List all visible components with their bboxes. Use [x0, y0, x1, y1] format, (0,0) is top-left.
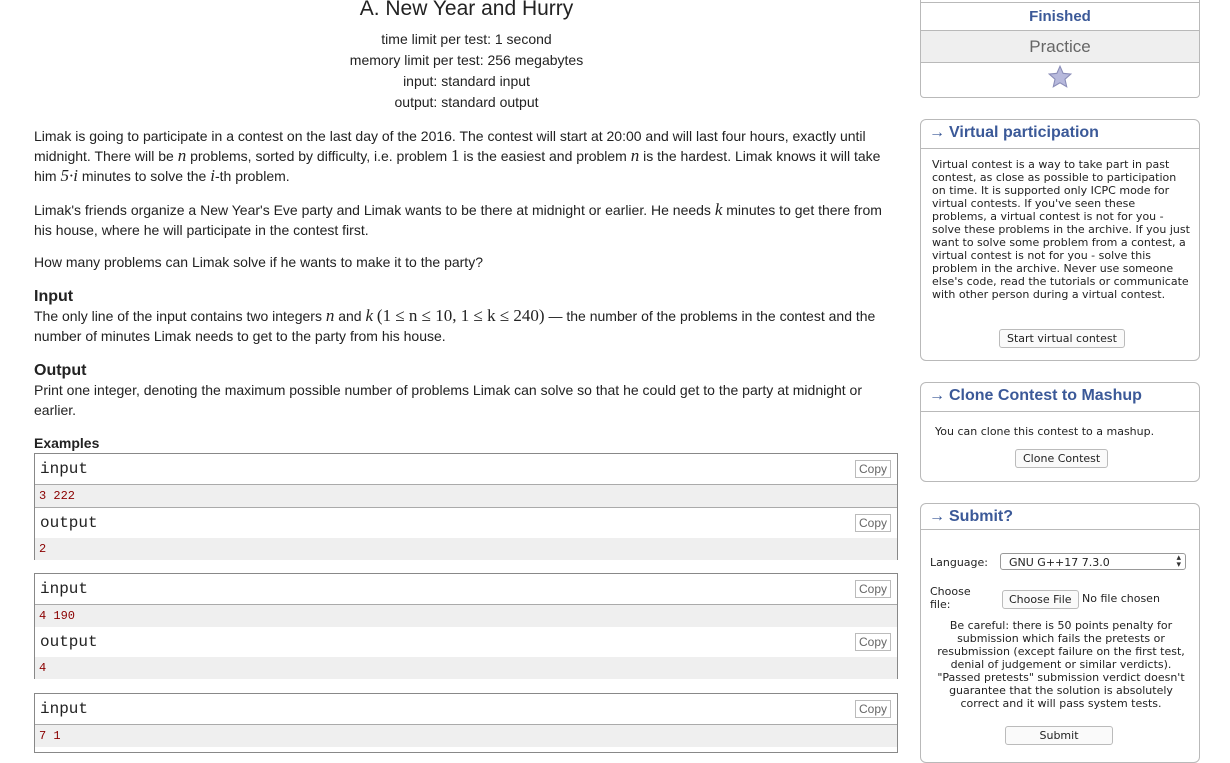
input-heading: Input — [34, 288, 74, 305]
select-arrows-icon: ▴ ▾ — [1176, 552, 1181, 569]
output-heading: Output — [34, 362, 87, 379]
language-label: Language: — [930, 556, 988, 569]
statement-paragraph-2: Limak's friends organize a New Year's Ev… — [34, 200, 882, 238]
example-input-value-box: 3 222 — [35, 485, 897, 508]
divider — [921, 529, 1199, 530]
problem-title: A. New Year and Hurry — [359, 0, 574, 20]
example-input-value-box: 4 190 — [35, 605, 897, 628]
no-file-chosen-text: No file chosen — [1082, 592, 1160, 605]
copy-button[interactable]: Copy — [854, 700, 891, 718]
example-output-value-box: 2 — [35, 538, 897, 560]
choose-file-label: Choose file: — [930, 585, 971, 611]
clone-contest-box: → Clone Contest to Mashup You can clone t… — [920, 382, 1200, 482]
divider — [921, 411, 1199, 412]
example-block-2: input Copy 4 190 output Copy 4 — [34, 573, 898, 679]
copy-button[interactable]: Copy — [854, 580, 891, 598]
example-output-label: output — [40, 514, 98, 532]
virtual-participation-text: Virtual contest is a way to take part in… — [932, 158, 1190, 301]
input-spec: input: standard input — [403, 73, 530, 89]
penalty-warning-text: Be careful: there is 50 points penalty f… — [937, 619, 1185, 710]
example-output-label: output — [40, 633, 98, 651]
example-input-label: input — [40, 580, 89, 598]
virtual-participation-title: → Virtual participation — [929, 124, 1099, 141]
input-description: The only line of the input contains two … — [34, 306, 876, 344]
example-input-value: 3 222 — [39, 489, 76, 503]
choose-file-button[interactable]: Choose File — [1002, 590, 1079, 609]
practice-label: Practice — [921, 30, 1199, 63]
copy-button[interactable]: Copy — [854, 514, 891, 532]
virtual-participation-box: → Virtual participation Virtual contest i… — [920, 119, 1200, 361]
clone-contest-title: → Clone Contest to Mashup — [929, 387, 1142, 404]
arrow-right-icon: → — [929, 387, 945, 404]
example-block-1: input Copy 3 222 output Copy 2 — [34, 453, 898, 560]
example-input-header: input Copy — [35, 694, 897, 725]
example-input-value: 7 1 — [39, 729, 61, 743]
clone-contest-text: You can clone this contest to a mashup. — [935, 425, 1155, 438]
memory-limit: memory limit per test: 256 megabytes — [349, 52, 584, 68]
example-block-3: input Copy 7 1 — [34, 693, 898, 753]
example-output-value: 4 — [39, 661, 47, 675]
output-description: Print one integer, denoting the maximum … — [34, 382, 863, 418]
example-output-header: output Copy — [35, 627, 897, 658]
contest-status-box: Finished Practice — [920, 0, 1200, 98]
start-virtual-contest-button[interactable]: Start virtual contest — [999, 329, 1125, 348]
example-input-header: input Copy — [35, 574, 897, 605]
arrow-right-icon: → — [929, 124, 945, 141]
statement-paragraph-1: Limak is going to participate in a conte… — [34, 128, 881, 185]
copy-button[interactable]: Copy — [854, 460, 891, 478]
output-spec: output: standard output — [394, 94, 539, 110]
example-input-label: input — [40, 460, 89, 478]
star-icon[interactable] — [1047, 64, 1073, 95]
examples-heading: Examples — [34, 435, 100, 451]
example-input-label: input — [40, 700, 89, 718]
example-output-header: output Copy — [35, 508, 897, 539]
clone-contest-button[interactable]: Clone Contest — [1015, 449, 1109, 468]
submit-button[interactable]: Submit — [1005, 726, 1113, 745]
submit-box: → Submit? Language: GNU G++17 7.3.0 ▴ ▾ Ch… — [920, 503, 1200, 763]
arrow-right-icon: → — [929, 508, 945, 525]
example-output-value-box: 4 — [35, 657, 897, 679]
contest-phase-label: Finished — [1029, 8, 1091, 25]
example-input-value: 4 190 — [39, 609, 76, 623]
language-select-value: GNU G++17 7.3.0 — [1009, 556, 1110, 569]
example-input-value-box: 7 1 — [35, 725, 897, 747]
example-output-value: 2 — [39, 542, 47, 556]
copy-button[interactable]: Copy — [854, 633, 891, 651]
divider — [921, 148, 1199, 149]
example-input-header: input Copy — [35, 454, 897, 485]
statement-paragraph-3: How many problems can Limak solve if he … — [34, 254, 483, 270]
submit-title: → Submit? — [929, 508, 1013, 525]
language-select[interactable]: GNU G++17 7.3.0 ▴ ▾ — [1000, 553, 1186, 570]
time-limit: time limit per test: 1 second — [381, 31, 552, 47]
